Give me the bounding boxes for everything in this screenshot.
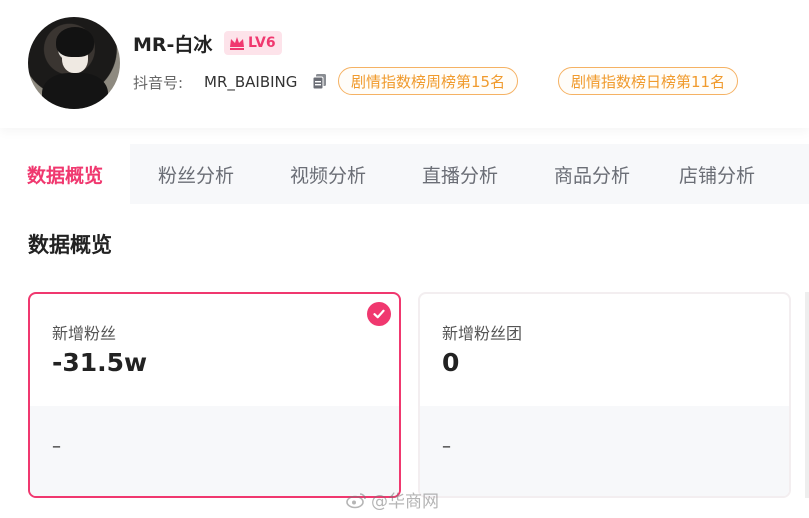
metric-label: 新增粉丝 <box>52 324 117 343</box>
avatar-body <box>42 73 108 109</box>
profile-header: MR-白冰 LV6 抖音号: MR_BAIBING 剧情指数榜周榜第15名 剧情… <box>0 0 809 128</box>
avatar-hair <box>56 27 94 57</box>
douyin-id-value: MR_BAIBING <box>204 73 298 91</box>
copy-icon[interactable] <box>311 73 328 90</box>
tab-video[interactable]: 视频分析 <box>262 144 394 204</box>
rank-tag-daily[interactable]: 剧情指数榜日榜第11名 <box>558 67 739 95</box>
avatar[interactable] <box>28 17 120 109</box>
metric-value: -31.5w <box>52 348 148 377</box>
metric-card-new-fan-club[interactable]: 新增粉丝团 0 – <box>418 292 791 498</box>
level-label: LV6 <box>248 35 276 51</box>
tab-overview[interactable]: 数据概览 <box>0 144 130 204</box>
section-title: 数据概览 <box>28 233 112 257</box>
next-card-edge <box>805 292 809 498</box>
card-top: 新增粉丝团 0 <box>420 294 789 406</box>
check-icon <box>367 302 391 326</box>
watermark-text: @华商网 <box>371 492 439 512</box>
metric-value: 0 <box>442 348 460 377</box>
tab-products[interactable]: 商品分析 <box>526 144 658 204</box>
metric-label: 新增粉丝团 <box>442 324 523 343</box>
metric-sub: – <box>52 436 61 457</box>
weibo-icon <box>346 492 366 508</box>
douyin-id-label: 抖音号: <box>133 74 184 92</box>
tab-live[interactable]: 直播分析 <box>394 144 526 204</box>
profile-name: MR-白冰 <box>133 34 213 56</box>
tab-fans[interactable]: 粉丝分析 <box>130 144 262 204</box>
crown-icon <box>230 37 244 50</box>
analysis-tabs: 数据概览 粉丝分析 视频分析 直播分析 商品分析 店铺分析 <box>0 144 809 204</box>
metric-card-new-fans[interactable]: 新增粉丝 -31.5w – <box>28 292 401 498</box>
metric-sub: – <box>442 436 451 457</box>
card-bottom: – <box>30 406 399 496</box>
card-top: 新增粉丝 -31.5w <box>30 294 399 406</box>
rank-tag-weekly[interactable]: 剧情指数榜周榜第15名 <box>338 67 519 95</box>
watermark: @华商网 <box>345 487 439 512</box>
tab-store[interactable]: 店铺分析 <box>658 144 776 204</box>
level-badge: LV6 <box>224 31 282 55</box>
card-bottom: – <box>420 406 789 496</box>
